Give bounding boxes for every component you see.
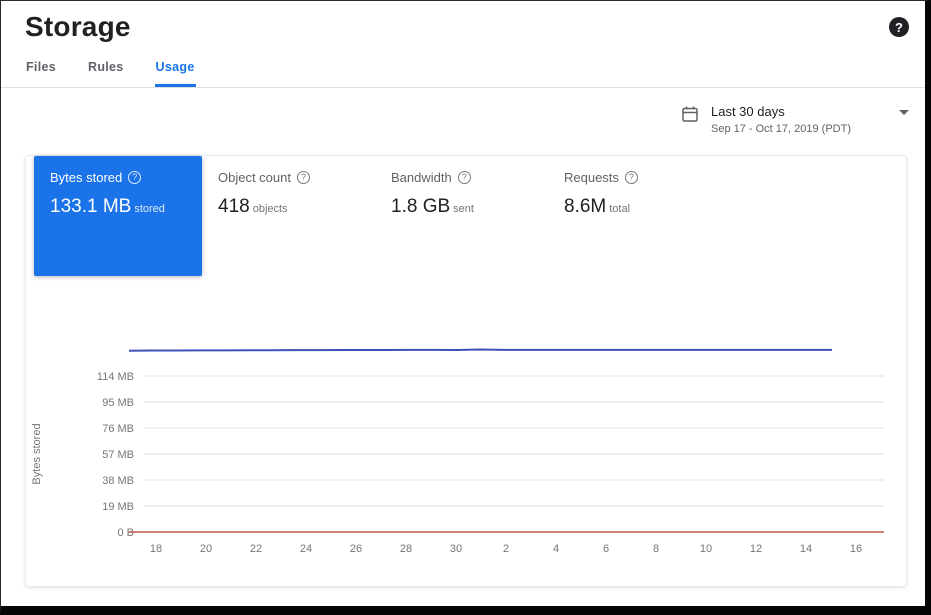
metric-value-row: 418objects: [218, 196, 359, 218]
tab-usage[interactable]: Usage: [155, 51, 196, 87]
help-circle-icon[interactable]: ?: [297, 171, 310, 184]
metric-label: Requests: [564, 170, 619, 185]
svg-text:Bytes stored: Bytes stored: [31, 423, 43, 484]
metric-label-row: Bandwidth ?: [391, 170, 532, 185]
svg-text:4: 4: [553, 543, 559, 555]
svg-text:12: 12: [750, 543, 762, 555]
metric-requests[interactable]: Requests ? 8.6Mtotal: [548, 156, 721, 232]
metric-bandwidth[interactable]: Bandwidth ? 1.8 GBsent: [375, 156, 548, 232]
svg-text:18: 18: [150, 543, 162, 555]
help-circle-icon[interactable]: ?: [128, 171, 141, 184]
metric-label-row: Requests ?: [564, 170, 705, 185]
help-icon[interactable]: ?: [889, 17, 909, 37]
metric-value-row: 8.6Mtotal: [564, 196, 705, 218]
usage-card: Bytes stored ? 133.1 MBstored Object cou…: [25, 155, 907, 587]
metric-label: Object count: [218, 170, 291, 185]
metric-object-count[interactable]: Object count ? 418objects: [202, 156, 375, 232]
date-range-detail: Sep 17 - Oct 17, 2019 (PDT): [711, 123, 851, 135]
metric-cards: Bytes stored ? 133.1 MBstored Object cou…: [26, 156, 906, 276]
page-header: Storage ?: [1, 1, 925, 43]
svg-text:10: 10: [700, 543, 712, 555]
metric-value-row: 1.8 GBsent: [391, 196, 532, 218]
svg-text:8: 8: [653, 543, 659, 555]
metric-value: 418: [218, 196, 250, 217]
svg-text:20: 20: [200, 543, 212, 555]
metric-value: 133.1 MB: [50, 196, 131, 217]
svg-text:19 MB: 19 MB: [102, 501, 134, 513]
svg-text:14: 14: [800, 543, 812, 555]
svg-text:0 B: 0 B: [117, 527, 134, 539]
metric-unit: objects: [253, 203, 288, 215]
chevron-down-icon[interactable]: [899, 110, 909, 115]
tab-bar: Files Rules Usage: [1, 51, 925, 88]
svg-text:26: 26: [350, 543, 362, 555]
help-circle-icon[interactable]: ?: [458, 171, 471, 184]
metric-value: 1.8 GB: [391, 196, 450, 217]
date-range-text: Last 30 days Sep 17 - Oct 17, 2019 (PDT): [711, 104, 851, 135]
date-range-selector[interactable]: Last 30 days Sep 17 - Oct 17, 2019 (PDT): [681, 104, 913, 135]
svg-text:22: 22: [250, 543, 262, 555]
svg-text:28: 28: [400, 543, 412, 555]
svg-text:95 MB: 95 MB: [102, 397, 134, 409]
svg-text:30: 30: [450, 543, 462, 555]
date-range-selected: Last 30 days: [711, 104, 851, 119]
metric-unit: total: [609, 203, 630, 215]
calendar-icon: [681, 105, 699, 123]
metric-value-row: 133.1 MBstored: [50, 196, 186, 218]
usage-chart: 114 MB95 MB76 MB57 MB38 MB19 MB0 B182022…: [26, 340, 906, 577]
svg-text:2: 2: [503, 543, 509, 555]
date-range-row: Last 30 days Sep 17 - Oct 17, 2019 (PDT): [1, 88, 925, 135]
storage-page: Storage ? Files Rules Usage Last 30 days…: [0, 0, 931, 615]
svg-text:16: 16: [850, 543, 862, 555]
metric-label: Bytes stored: [50, 170, 122, 185]
svg-text:24: 24: [300, 543, 312, 555]
metric-label-row: Bytes stored ?: [50, 170, 186, 185]
svg-text:76 MB: 76 MB: [102, 423, 134, 435]
svg-text:38 MB: 38 MB: [102, 475, 134, 487]
metric-bytes-stored[interactable]: Bytes stored ? 133.1 MBstored: [34, 156, 202, 276]
svg-text:114 MB: 114 MB: [97, 371, 134, 383]
metric-label: Bandwidth: [391, 170, 452, 185]
metric-value: 8.6M: [564, 196, 606, 217]
svg-text:57 MB: 57 MB: [102, 449, 134, 461]
metric-label-row: Object count ?: [218, 170, 359, 185]
tab-rules[interactable]: Rules: [87, 51, 125, 87]
svg-text:6: 6: [603, 543, 609, 555]
metric-unit: stored: [134, 203, 165, 215]
metric-unit: sent: [453, 203, 474, 215]
tab-files[interactable]: Files: [25, 51, 57, 87]
page-title: Storage: [25, 11, 131, 43]
help-circle-icon[interactable]: ?: [625, 171, 638, 184]
